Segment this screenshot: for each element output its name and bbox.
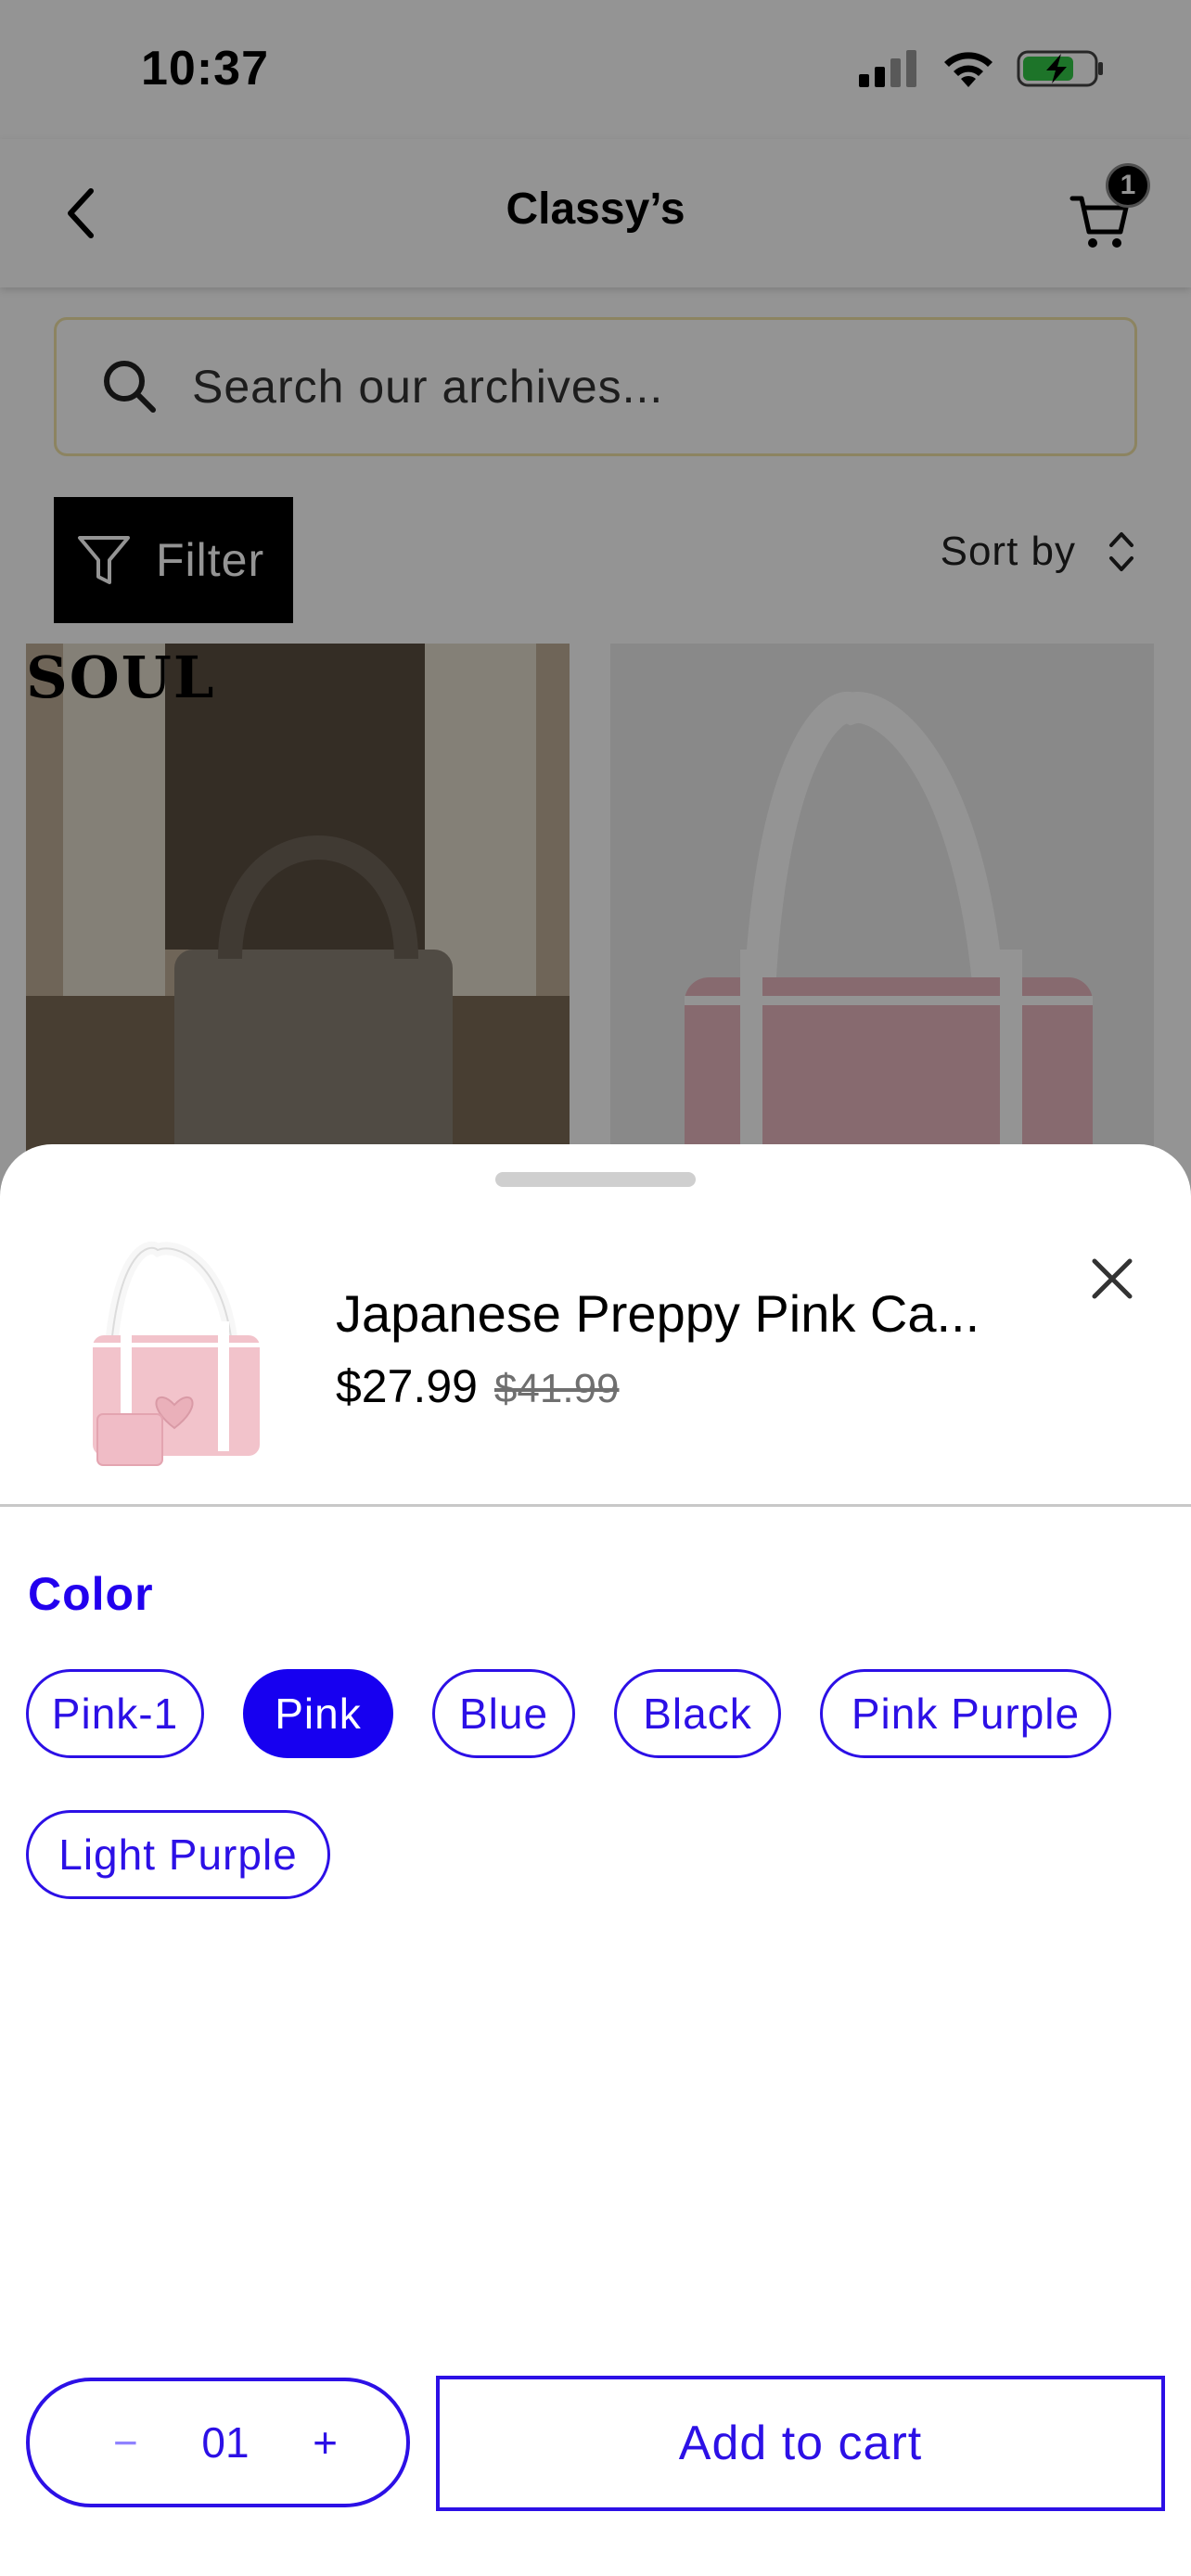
color-chip-pink[interactable]: Pink xyxy=(243,1669,393,1758)
close-icon xyxy=(1092,1258,1133,1299)
color-chip-light-purple[interactable]: Light Purple xyxy=(26,1810,330,1899)
color-chip-blue[interactable]: Blue xyxy=(432,1669,575,1758)
quantity-increment-button[interactable]: + xyxy=(313,2417,338,2468)
color-chip-pink-purple[interactable]: Pink Purple xyxy=(820,1669,1111,1758)
color-chip-pink-1[interactable]: Pink-1 xyxy=(26,1669,204,1758)
sheet-divider xyxy=(0,1504,1191,1507)
original-price: $41.99 xyxy=(493,1366,620,1411)
color-chip-black[interactable]: Black xyxy=(614,1669,781,1758)
quantity-decrement-button[interactable]: − xyxy=(113,2417,138,2468)
quantity-stepper: − 01 + xyxy=(26,2378,410,2507)
add-to-cart-button[interactable]: Add to cart xyxy=(436,2376,1165,2511)
price-row: $27.99 $41.99 xyxy=(336,1359,620,1413)
close-button[interactable] xyxy=(1080,1246,1145,1311)
color-option-label: Color xyxy=(28,1568,154,1620)
product-thumbnail xyxy=(56,1233,288,1474)
quantity-value: 01 xyxy=(201,2418,250,2467)
product-title: Japanese Preppy Pink Ca... xyxy=(336,1284,980,1343)
product-thumbnail-image xyxy=(93,1241,260,1466)
variant-bottom-sheet: Japanese Preppy Pink Ca... $27.99 $41.99… xyxy=(0,1144,1191,2576)
sale-price: $27.99 xyxy=(336,1360,478,1412)
sheet-drag-handle[interactable] xyxy=(495,1172,696,1187)
